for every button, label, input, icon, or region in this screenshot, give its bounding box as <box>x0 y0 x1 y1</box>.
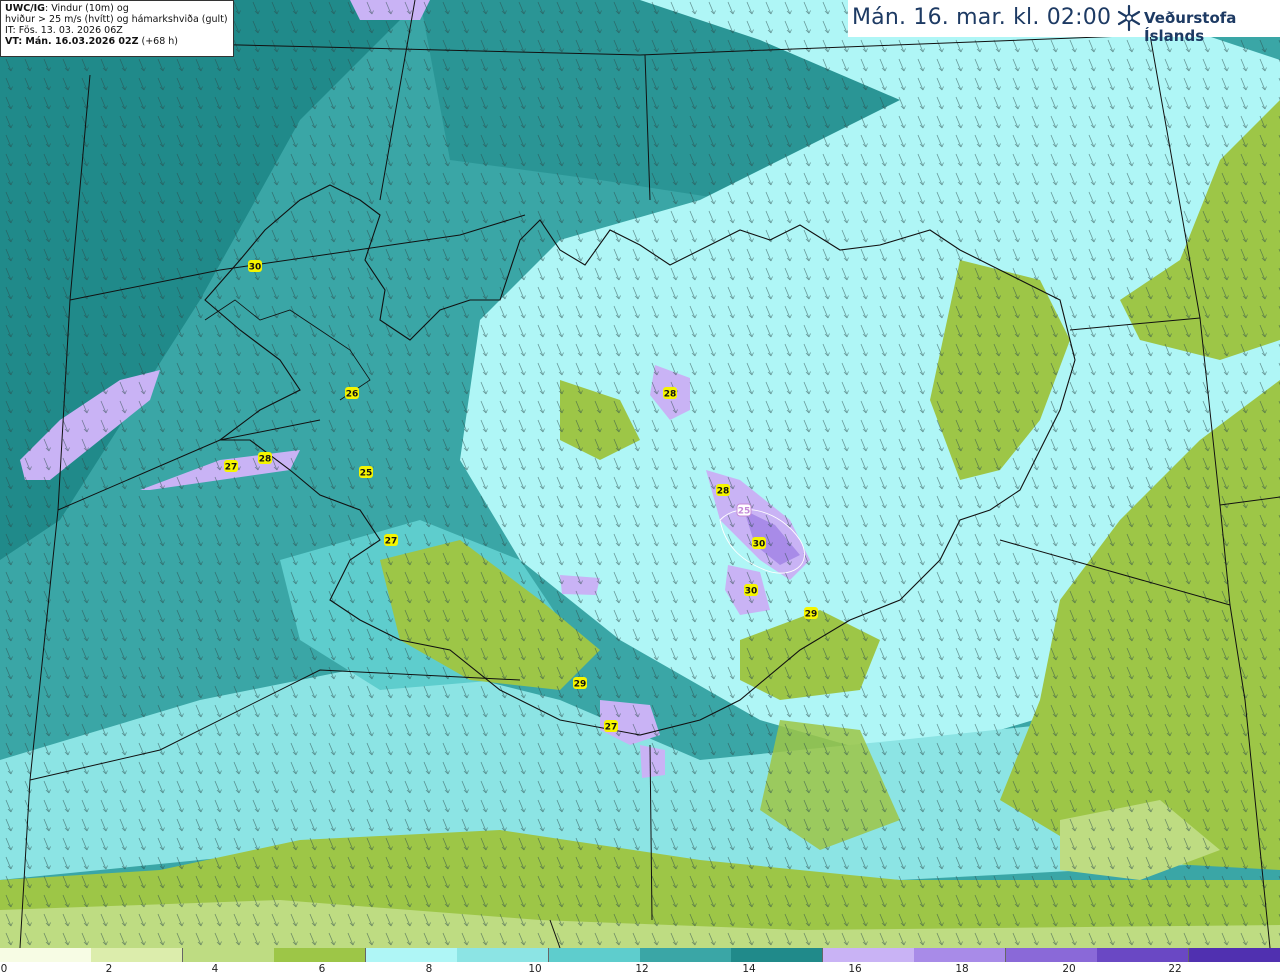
legend-tick-label: 2 <box>105 963 113 975</box>
legend-swatch <box>1006 948 1098 962</box>
gust-value: 29 <box>805 610 818 620</box>
wind-map: 30 26 27 28 25 27 28 28 25 30 30 29 29 27 <box>0 0 1280 948</box>
legend-swatch <box>549 948 641 962</box>
logo-text: Veðurstofa Íslands <box>1144 9 1237 45</box>
gust-marker: 29 <box>573 677 587 690</box>
legend-tick-label: 20 <box>1062 963 1076 975</box>
legend-tick-label: 6 <box>318 963 326 975</box>
legend-swatch <box>366 948 458 962</box>
legend-swatch <box>457 948 549 962</box>
legend-swatch <box>823 948 915 962</box>
gust-value: 25 <box>360 469 373 479</box>
gust-value: 25 <box>738 507 751 517</box>
legend-tick-label: 8 <box>425 963 433 975</box>
gust-value: 26 <box>346 390 359 400</box>
gust-marker: 27 <box>224 460 238 473</box>
wind-arrows <box>0 0 1280 948</box>
gust-marker: 28 <box>258 452 272 465</box>
wind-speed-legend: 0 2 4 6 8 10 12 14 16 18 20 22 <box>0 948 1280 978</box>
valid-time: VT: Mán. 16.03.2026 02Z <box>5 36 139 47</box>
info-line-2: hviður > 25 m/s (hvítt) og hámarkshviða … <box>5 14 228 25</box>
gust-value: 28 <box>717 487 730 497</box>
forecast-time-title: Mán. 16. mar. kl. 02:00 <box>852 5 1112 30</box>
info-line-3: IT: Fös. 13. 03. 2026 06Z <box>5 25 123 36</box>
gust-value: 28 <box>664 390 677 400</box>
model-name: UWC/IG <box>5 3 45 14</box>
snowflake-star-icon <box>1117 4 1141 32</box>
legend-tick-label: 14 <box>742 963 756 975</box>
gust-value: 30 <box>753 540 766 550</box>
legend-tick-label: 22 <box>1168 963 1182 975</box>
vedurstofa-logo: Veðurstofa Íslands <box>1116 4 1276 45</box>
legend-swatch <box>914 948 1006 962</box>
info-line-1: UWC/IG: Vindur (10m) og <box>5 3 129 14</box>
title-bar: Mán. 16. mar. kl. 02:00 Veðurstofa Íslan… <box>848 0 1280 45</box>
gust-marker: 25 <box>359 466 373 479</box>
gust-value: 30 <box>745 587 758 597</box>
info-line-4: VT: Mán. 16.03.2026 02Z (+68 h) <box>5 36 229 47</box>
legend-swatch <box>1189 948 1280 962</box>
gust-marker: 29 <box>804 607 818 620</box>
gust-value: 30 <box>249 263 262 273</box>
gust-marker: 27 <box>604 720 618 733</box>
gust-value: 27 <box>605 723 618 733</box>
gust-marker: 30 <box>752 537 766 550</box>
weather-map-view: 30 26 27 28 25 27 28 28 25 30 30 29 29 27 UWC/IG: Vin… <box>0 0 1280 978</box>
legend-swatch <box>1097 948 1189 962</box>
gust-value: 29 <box>574 680 587 690</box>
legend-swatch <box>0 948 92 962</box>
gust-value: 27 <box>385 537 398 547</box>
legend-swatch <box>731 948 823 962</box>
gust-marker: 30 <box>248 260 262 273</box>
gust-value: 28 <box>259 455 272 465</box>
gust-marker: 28 <box>663 387 677 400</box>
legend-tick-label: 16 <box>848 963 862 975</box>
legend-tick-label: 18 <box>955 963 969 975</box>
gust-value: 27 <box>225 463 238 473</box>
lead-time: (+68 h) <box>138 36 179 47</box>
gust-marker: 27 <box>384 534 398 547</box>
gust-marker: 25 <box>736 503 752 517</box>
legend-tick-label: 4 <box>211 963 219 975</box>
gust-marker: 30 <box>744 584 758 597</box>
legend-swatch <box>640 948 732 962</box>
gust-marker: 28 <box>716 484 730 497</box>
forecast-info-box: UWC/IG: Vindur (10m) og hviður > 25 m/s … <box>0 0 234 57</box>
legend-swatch <box>183 948 275 962</box>
legend-swatch <box>274 948 366 962</box>
legend-tick-label: 12 <box>635 963 649 975</box>
legend-tick-label: 10 <box>528 963 542 975</box>
legend-tick-label: 0 <box>0 963 8 975</box>
gust-marker: 26 <box>345 387 359 400</box>
legend-swatch <box>91 948 183 962</box>
